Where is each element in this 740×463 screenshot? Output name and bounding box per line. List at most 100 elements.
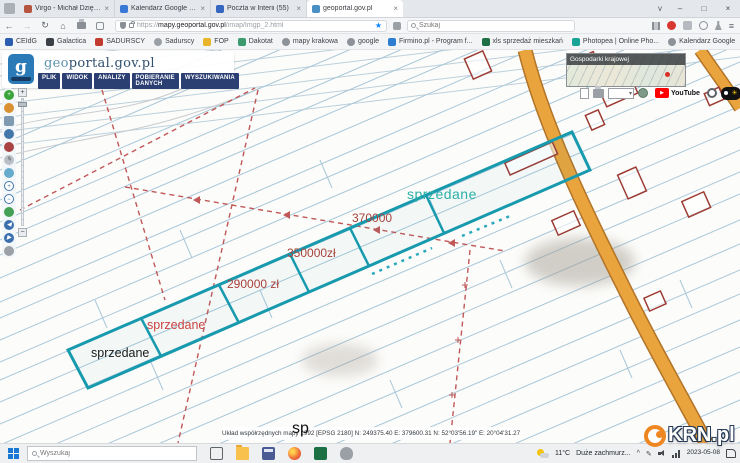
- zoom-slider[interactable]: + −: [18, 88, 27, 238]
- tracking-shield-icon[interactable]: [120, 22, 126, 29]
- menu-analizy[interactable]: ANALIZY: [94, 73, 129, 89]
- start-button[interactable]: [8, 448, 19, 459]
- bookmark-item[interactable]: Kalendarz Google: [668, 38, 735, 46]
- zoom-out-icon[interactable]: −: [4, 194, 14, 204]
- chevron-down-icon: ▾: [629, 90, 632, 97]
- geoportal-logo[interactable]: g: [8, 54, 34, 84]
- taskbar-search-input[interactable]: [37, 450, 192, 457]
- pan-right-icon[interactable]: ▶: [4, 233, 14, 243]
- tab-close-icon[interactable]: ×: [200, 4, 205, 13]
- home-icon[interactable]: ⌂: [54, 21, 72, 31]
- tab-poczta[interactable]: Poczta w Interii (55) ×: [211, 0, 307, 17]
- excel-icon[interactable]: [314, 447, 327, 460]
- screenshot-icon[interactable]: [96, 22, 104, 30]
- forward-icon[interactable]: →: [18, 21, 36, 31]
- back-icon[interactable]: ←: [0, 21, 18, 31]
- file-explorer-icon[interactable]: [236, 447, 249, 460]
- scale-select[interactable]: ▾: [608, 88, 634, 99]
- tab-close-icon[interactable]: ×: [393, 4, 398, 13]
- menu-pobieranie-danych[interactable]: POBIERANIE DANYCH: [132, 73, 179, 89]
- bookmark-favicon: [282, 38, 290, 46]
- taskbar-search[interactable]: [27, 446, 197, 461]
- map-canvas[interactable]: [0, 50, 740, 443]
- zoom-in-icon[interactable]: +: [4, 181, 14, 191]
- tab-close-icon[interactable]: ×: [104, 4, 109, 13]
- weather-temp[interactable]: 11°C: [555, 450, 570, 457]
- draw-icon[interactable]: ✎: [4, 155, 14, 165]
- settings-icon[interactable]: [638, 88, 648, 98]
- search-icon: [411, 23, 416, 28]
- menu-icon[interactable]: ≡: [729, 21, 734, 31]
- bookmark-item[interactable]: CEIdG: [5, 38, 37, 46]
- slider-plus-icon[interactable]: +: [18, 88, 27, 97]
- bookmark-item[interactable]: SADURSCY: [95, 38, 145, 46]
- account-icon[interactable]: [699, 21, 708, 30]
- slider-track[interactable]: [21, 98, 24, 226]
- marker-icon[interactable]: [4, 142, 14, 152]
- pan-left-icon[interactable]: ◀: [4, 220, 14, 230]
- bookmark-item[interactable]: Photopea | Online Pho...: [572, 38, 659, 46]
- layers-icon[interactable]: [4, 116, 14, 126]
- measure-icon[interactable]: [4, 103, 14, 113]
- contrast-toggle[interactable]: ☀: [721, 87, 740, 100]
- bookmark-item[interactable]: Dakotat: [238, 38, 273, 46]
- globe-icon[interactable]: [4, 207, 14, 217]
- tray-expand-icon[interactable]: ^: [637, 450, 640, 457]
- print-icon[interactable]: [77, 22, 86, 29]
- add-icon[interactable]: +: [4, 90, 14, 100]
- task-view-icon[interactable]: [210, 447, 223, 460]
- firefox-view-icon[interactable]: [4, 3, 15, 14]
- bookmark-item[interactable]: Sadurscy: [154, 38, 194, 46]
- select-icon[interactable]: [4, 168, 14, 178]
- browser-tab-bar: Virgo - Michał Dzięcioł × Kalendarz Goog…: [0, 0, 740, 18]
- weather-desc[interactable]: Duże zachmurz...: [576, 450, 630, 457]
- reload-icon[interactable]: ↻: [36, 20, 54, 31]
- help-icon[interactable]: [707, 88, 717, 98]
- clock-date[interactable]: 2023-05-08: [687, 449, 720, 457]
- pen-icon[interactable]: ✎: [646, 450, 652, 458]
- calculator-icon[interactable]: [262, 447, 275, 460]
- slider-minus-icon[interactable]: −: [18, 228, 27, 237]
- overview-inset-map[interactable]: Gospodarki krajowej: [566, 53, 686, 87]
- list-all-tabs-icon[interactable]: v: [652, 0, 668, 17]
- network-icon[interactable]: [672, 450, 681, 458]
- bookmark-item[interactable]: Galactica: [46, 38, 86, 46]
- tab-virgo[interactable]: Virgo - Michał Dzięcioł ×: [19, 0, 115, 17]
- library-icon[interactable]: [652, 22, 660, 30]
- compass-icon[interactable]: [4, 246, 14, 256]
- menu-wyszukiwania[interactable]: WYSZUKIWANIA: [181, 73, 239, 89]
- firefox-icon[interactable]: [288, 447, 301, 460]
- lock-icon[interactable]: [129, 23, 134, 28]
- menu-plik[interactable]: PLIK: [38, 73, 60, 89]
- adblock-icon[interactable]: [667, 21, 676, 30]
- search-input[interactable]: [416, 22, 571, 29]
- slider-handle[interactable]: [18, 102, 27, 107]
- addon-icon[interactable]: [715, 21, 722, 30]
- bookmark-item[interactable]: Firmino.pl - Program f...: [388, 38, 473, 46]
- pocket-icon[interactable]: [683, 21, 692, 30]
- bookmark-item[interactable]: google: [347, 38, 379, 46]
- bookmark-star-icon[interactable]: ★: [375, 21, 382, 30]
- search-bar[interactable]: [407, 20, 575, 32]
- window-minimize-button[interactable]: –: [668, 0, 692, 17]
- youtube-badge[interactable]: ▶YouTube: [652, 87, 703, 99]
- bookmark-favicon: [5, 38, 13, 46]
- address-bar[interactable]: https://mapy.geoportal.gov.pl/imap/Imgp_…: [115, 20, 387, 32]
- bookmark-item[interactable]: mapy krakowa: [282, 38, 338, 46]
- window-close-button[interactable]: ×: [716, 0, 740, 17]
- tab-calendar[interactable]: Kalendarz Google - Tydzień, w ×: [115, 0, 211, 17]
- gimp-icon[interactable]: [340, 447, 353, 460]
- bookmark-item[interactable]: xls sprzedaż mieszkań: [482, 38, 563, 46]
- document-icon[interactable]: [580, 88, 589, 99]
- map-print-icon[interactable]: [593, 89, 604, 98]
- weather-icon[interactable]: [537, 449, 549, 459]
- volume-icon[interactable]: [658, 450, 666, 457]
- tab-geoportal-active[interactable]: geoportal.gov.pl ×: [307, 0, 403, 17]
- window-maximize-button[interactable]: □: [692, 0, 716, 17]
- info-icon[interactable]: [4, 129, 14, 139]
- bookmark-item[interactable]: FOP: [203, 38, 228, 46]
- notification-center-icon[interactable]: [726, 449, 736, 458]
- menu-widok[interactable]: WIDOK: [62, 73, 92, 89]
- tab-close-icon[interactable]: ×: [296, 4, 301, 13]
- extensions-icon[interactable]: [393, 22, 401, 30]
